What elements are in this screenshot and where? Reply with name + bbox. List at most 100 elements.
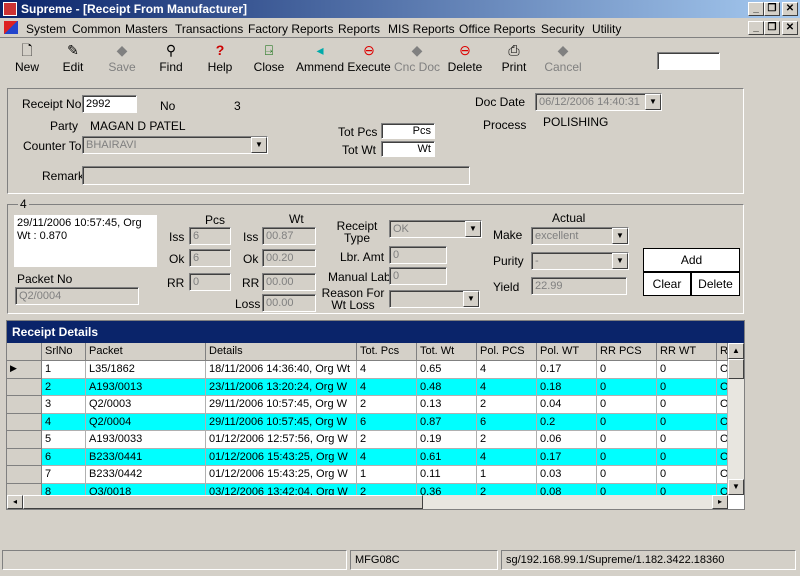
receipt-no-input[interactable]: 2992 <box>82 95 137 113</box>
table-cell[interactable]: 2 <box>477 396 537 414</box>
row-selector[interactable] <box>7 378 42 396</box>
doc-date-field[interactable]: 06/12/2006 14:40:31 <box>535 93 662 111</box>
table-cell[interactable]: 6 <box>357 413 417 431</box>
table-cell[interactable]: 0.87 <box>417 413 477 431</box>
table-cell[interactable]: A193/0013 <box>86 378 206 396</box>
table-cell[interactable]: 0 <box>597 413 657 431</box>
table-cell[interactable]: 01/12/2006 15:43:25, Org W <box>206 448 357 466</box>
table-cell[interactable]: 2 <box>357 431 417 449</box>
remark-input[interactable] <box>82 166 470 185</box>
table-cell[interactable]: B233/0441 <box>86 448 206 466</box>
doc-date-dropdown-icon[interactable]: ▼ <box>645 94 661 110</box>
table-cell[interactable]: 0.18 <box>537 378 597 396</box>
table-cell[interactable]: B233/0442 <box>86 466 206 484</box>
table-cell[interactable]: L35/1862 <box>86 361 206 379</box>
tot-pcs-field[interactable]: Pcs <box>381 123 435 139</box>
table-cell[interactable]: 0.06 <box>537 431 597 449</box>
table-cell[interactable]: 1 <box>477 466 537 484</box>
row-selector[interactable] <box>7 448 42 466</box>
counter-to-dropdown-icon[interactable]: ▼ <box>251 137 267 153</box>
table-cell[interactable]: OK <box>717 378 728 396</box>
table-cell[interactable]: 0.03 <box>537 466 597 484</box>
table-cell[interactable]: 3 <box>42 396 86 414</box>
table-cell[interactable]: 0.19 <box>417 431 477 449</box>
cancel-button[interactable]: ◆ Cancel <box>536 41 590 77</box>
table-cell[interactable]: 4 <box>357 448 417 466</box>
vertical-scroll-thumb[interactable] <box>728 359 744 379</box>
minimize-button[interactable]: _ <box>748 2 764 16</box>
table-cell[interactable]: 0 <box>657 378 717 396</box>
menu-factory-reports[interactable]: Factory Reports <box>248 22 333 36</box>
make-dropdown-icon[interactable]: ▼ <box>612 228 628 244</box>
menu-utility[interactable]: Utility <box>592 22 621 36</box>
table-cell[interactable]: 0 <box>597 466 657 484</box>
table-cell[interactable]: 01/12/2006 15:43:25, Org W <box>206 466 357 484</box>
current-row-indicator-icon[interactable]: ▶ <box>7 361 42 379</box>
delete-row-button[interactable]: Delete <box>691 272 740 296</box>
table-cell[interactable]: 0 <box>597 396 657 414</box>
table-cell[interactable]: 2 <box>357 396 417 414</box>
table-cell[interactable]: 1 <box>42 361 86 379</box>
table-cell[interactable]: 23/11/2006 13:20:24, Org W <box>206 378 357 396</box>
menu-masters[interactable]: Masters <box>125 22 168 36</box>
row-selector[interactable] <box>7 413 42 431</box>
table-cell[interactable]: OK <box>717 396 728 414</box>
table-cell[interactable]: OK <box>717 413 728 431</box>
child-restore-button[interactable]: ❐ <box>764 21 780 35</box>
table-cell[interactable]: 29/11/2006 10:57:45, Org W <box>206 413 357 431</box>
table-cell[interactable]: 0 <box>597 431 657 449</box>
ok-wt-field[interactable]: 00.20 <box>262 249 316 267</box>
packet-no-input[interactable]: Q2/0004 <box>15 287 139 305</box>
help-button[interactable]: ? Help <box>193 41 247 77</box>
table-cell[interactable]: 0.17 <box>537 448 597 466</box>
table-cell[interactable]: 4 <box>477 361 537 379</box>
column-header[interactable]: SrlNo <box>42 343 86 361</box>
table-cell[interactable]: 0.2 <box>537 413 597 431</box>
rr-wt-field[interactable]: 00.00 <box>262 273 316 291</box>
yield-field[interactable]: 22.99 <box>531 277 627 295</box>
table-cell[interactable]: 0 <box>657 431 717 449</box>
table-cell[interactable]: 0 <box>597 361 657 379</box>
table-cell[interactable]: Q2/0003 <box>86 396 206 414</box>
clear-button[interactable]: Clear <box>643 272 691 296</box>
column-header[interactable]: Pol. WT <box>537 343 597 361</box>
tot-wt-field[interactable]: Wt <box>381 141 435 157</box>
lbr-amt-field[interactable]: 0 <box>389 246 447 264</box>
scroll-right-icon[interactable]: ▸ <box>712 495 728 509</box>
table-cell[interactable]: 4 <box>357 361 417 379</box>
restore-button[interactable]: ❐ <box>764 2 780 16</box>
table-cell[interactable]: OK <box>717 466 728 484</box>
column-header[interactable]: Tot. Wt <box>417 343 477 361</box>
print-button[interactable]: ⎙ Print <box>487 41 541 77</box>
table-cell[interactable]: 18/11/2006 14:36:40, Org Wt <box>206 361 357 379</box>
table-cell[interactable]: 1 <box>357 466 417 484</box>
table-cell[interactable]: 2 <box>42 378 86 396</box>
add-button[interactable]: Add <box>643 248 740 272</box>
close-button[interactable]: ⍈ Close <box>242 41 296 77</box>
column-header[interactable]: Re <box>717 343 728 361</box>
column-header[interactable]: RR WT <box>657 343 717 361</box>
table-cell[interactable]: 4 <box>42 413 86 431</box>
close-window-button[interactable]: ✕ <box>782 2 798 16</box>
loss-wt-field[interactable]: 00.00 <box>262 294 316 312</box>
table-cell[interactable]: 0 <box>657 466 717 484</box>
table-cell[interactable]: 0 <box>657 448 717 466</box>
edit-button[interactable]: ✎ Edit <box>46 41 100 77</box>
menu-mis-reports[interactable]: MIS Reports <box>388 22 455 36</box>
table-cell[interactable]: 4 <box>477 378 537 396</box>
scroll-left-icon[interactable]: ◂ <box>7 495 23 509</box>
column-header[interactable]: RR PCS <box>597 343 657 361</box>
save-button[interactable]: ◆ Save <box>95 41 149 77</box>
table-cell[interactable]: A193/0033 <box>86 431 206 449</box>
horizontal-scrollbar[interactable]: ◂ ▸ <box>7 495 728 509</box>
row-selector[interactable] <box>7 396 42 414</box>
execute-button[interactable]: ⊖ Execute <box>342 41 396 77</box>
table-cell[interactable]: 0 <box>597 378 657 396</box>
purity-dropdown-icon[interactable]: ▼ <box>612 253 628 269</box>
table-cell[interactable]: 01/12/2006 12:57:56, Org W <box>206 431 357 449</box>
table-cell[interactable]: 5 <box>42 431 86 449</box>
row-selector[interactable] <box>7 431 42 449</box>
table-cell[interactable]: 2 <box>477 431 537 449</box>
table-cell[interactable]: 0.61 <box>417 448 477 466</box>
table-cell[interactable]: 0 <box>657 396 717 414</box>
